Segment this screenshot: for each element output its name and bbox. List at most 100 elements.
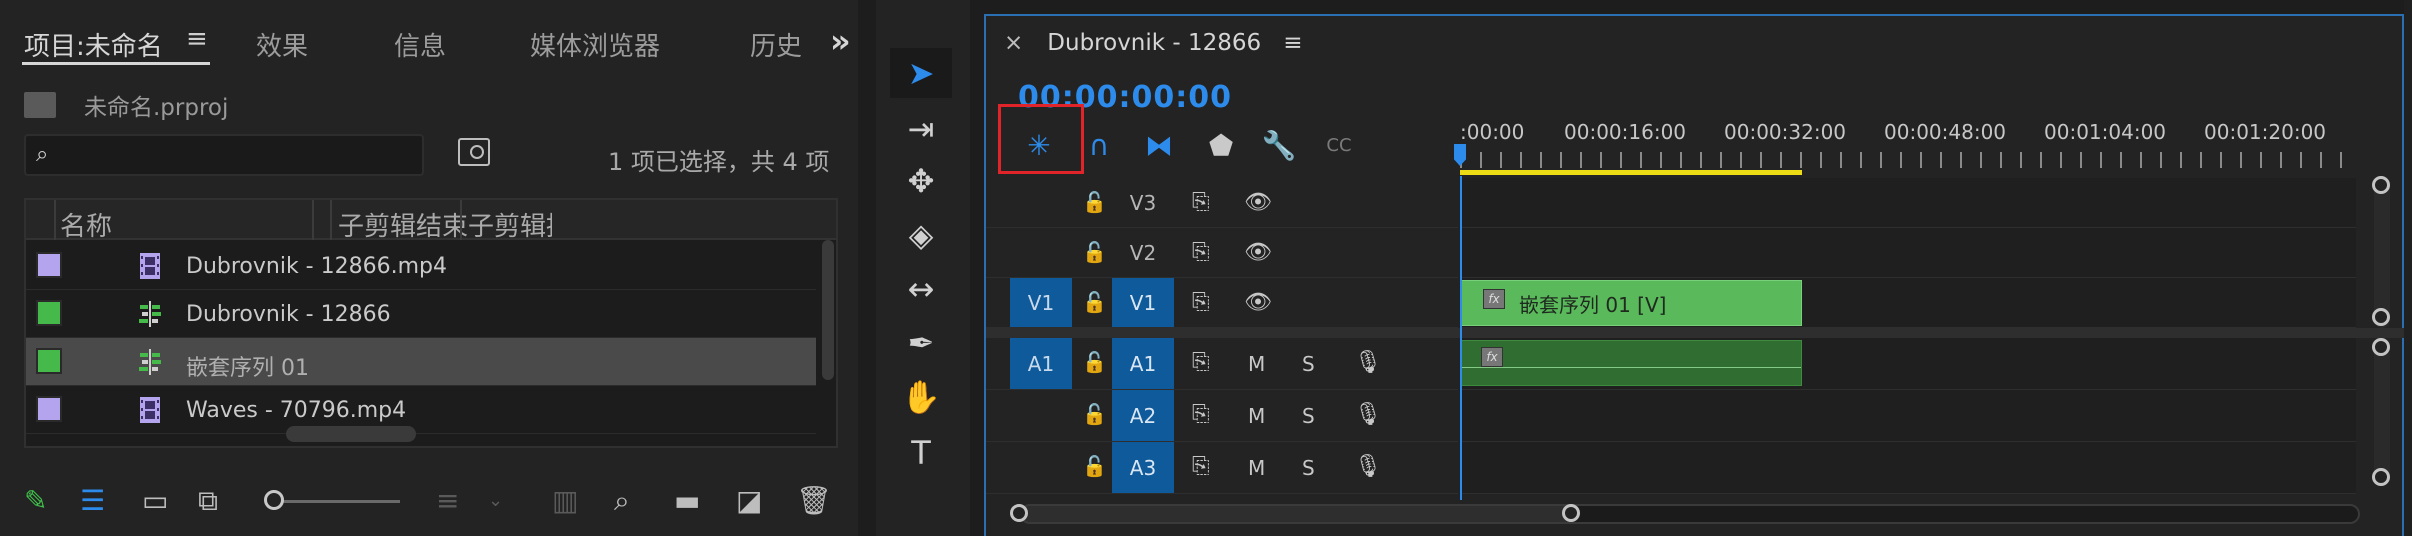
scroll-knob[interactable] [1010, 504, 1028, 522]
solo-button[interactable]: S [1302, 352, 1315, 376]
lock-icon[interactable]: 🔓 [1082, 402, 1107, 426]
label-color-chip[interactable] [36, 300, 62, 326]
icon-view-icon[interactable]: ▭ [142, 484, 168, 517]
video-audio-divider[interactable] [986, 328, 2406, 338]
eye-icon[interactable]: 👁 [1244, 290, 1272, 315]
track-lane[interactable] [1460, 442, 2356, 494]
clear-icon[interactable]: 🗑 [796, 484, 832, 517]
playhead-line[interactable] [1460, 176, 1462, 500]
timeline-tab[interactable]: × Dubrovnik - 12866 ≡ [1004, 30, 1302, 56]
sort-dropdown-icon[interactable]: ⌄ [488, 490, 503, 511]
insert-nest-icon[interactable]: ✳ [1016, 126, 1062, 166]
eye-icon[interactable]: 👁 [1244, 240, 1272, 265]
sync-lock-icon[interactable]: ⎘ [1192, 350, 1210, 375]
captions-icon[interactable]: CC [1316, 126, 1362, 166]
column-subclip-duration[interactable]: 子剪辑持续 [468, 206, 552, 243]
zoom-scrollbar-thumb[interactable] [1022, 506, 1574, 522]
folder-up-icon[interactable] [24, 92, 56, 118]
zoom-scrollbar[interactable] [1020, 504, 2360, 524]
audio-clip[interactable]: fx [1460, 340, 1802, 386]
horizontal-scrollbar[interactable] [286, 426, 416, 442]
label-color-chip[interactable] [36, 348, 62, 374]
label-color-chip[interactable] [36, 252, 62, 278]
lock-icon[interactable]: 🔓 [1082, 290, 1107, 314]
freeform-view-icon[interactable]: ⧉ [198, 484, 218, 518]
selection-tool-icon[interactable]: ➤ [890, 48, 952, 98]
track-target-a2[interactable]: A2 [1112, 390, 1174, 441]
zoom-slider-track[interactable] [272, 500, 400, 503]
settings-wrench-icon[interactable]: 🔧 [1256, 126, 1302, 166]
scroll-knob[interactable] [2372, 308, 2390, 326]
more-tabs-chevron-icon[interactable]: » [830, 22, 851, 60]
scroll-knob[interactable] [2372, 468, 2390, 486]
track-target-v2[interactable]: V2 [1112, 228, 1174, 277]
track-lane[interactable] [1460, 178, 2356, 228]
mute-button[interactable]: M [1248, 404, 1265, 428]
video-clip[interactable]: fx 嵌套序列 01 [V] [1460, 280, 1802, 326]
microphone-icon[interactable]: 🎙 [1354, 350, 1382, 375]
tab-history[interactable]: 历史 [750, 26, 810, 63]
solo-button[interactable]: S [1302, 456, 1315, 480]
list-item[interactable]: Waves - 70796.mp4 [26, 386, 816, 434]
slip-tool-icon[interactable]: ↔ [890, 264, 952, 314]
list-view-icon[interactable]: ☰ [80, 484, 105, 517]
scroll-knob[interactable] [2372, 338, 2390, 356]
tab-media-browser[interactable]: 媒体浏览器 [530, 26, 660, 63]
add-marker-icon[interactable]: ⬟ [1198, 126, 1244, 166]
list-item[interactable]: Dubrovnik - 12866.mp4 [26, 242, 816, 290]
new-bin-icon[interactable]: ▬ [674, 484, 700, 517]
lock-icon[interactable]: 🔓 [1082, 454, 1107, 478]
find-icon[interactable]: ⌕ [614, 484, 630, 518]
list-item[interactable]: Dubrovnik - 12866 [26, 290, 816, 338]
hand-tool-icon[interactable]: ✋ [890, 372, 952, 422]
time-ruler[interactable]: :00:00 00:00:16:00 00:00:32:00 00:00:48:… [1454, 98, 2360, 178]
track-select-forward-tool-icon[interactable]: ⇥ [890, 104, 952, 154]
zoom-slider-knob[interactable] [264, 490, 284, 510]
track-target-v3[interactable]: V3 [1112, 178, 1174, 227]
sync-lock-icon[interactable]: ⎘ [1192, 190, 1210, 215]
scroll-knob[interactable] [2372, 176, 2390, 194]
tab-effects[interactable]: 效果 [256, 26, 308, 63]
automate-icon[interactable]: ▥ [552, 484, 578, 517]
mute-button[interactable]: M [1248, 456, 1265, 480]
work-area-bar[interactable] [1460, 170, 1802, 175]
lock-icon[interactable]: 🔓 [1082, 190, 1107, 214]
column-name[interactable]: 名称 [60, 206, 112, 243]
source-patch-a1[interactable]: A1 [1010, 338, 1072, 389]
search-box[interactable]: ⌕ [24, 134, 424, 176]
microphone-icon[interactable]: 🎙 [1354, 454, 1382, 479]
sync-lock-icon[interactable]: ⎘ [1192, 240, 1210, 265]
panel-menu-icon[interactable]: ≡ [186, 24, 208, 54]
vertical-scrollbar[interactable] [822, 240, 834, 380]
type-tool-icon[interactable]: T [890, 428, 952, 478]
new-item-icon[interactable]: ◪ [736, 484, 762, 517]
sync-lock-icon[interactable]: ⎘ [1192, 290, 1210, 315]
ripple-edit-tool-icon[interactable]: ✥ [890, 156, 952, 206]
panel-menu-icon[interactable]: ≡ [1283, 30, 1302, 56]
solo-button[interactable]: S [1302, 404, 1315, 428]
find-in-bin-icon[interactable] [458, 138, 490, 166]
track-target-a1[interactable]: A1 [1112, 338, 1174, 389]
lock-icon[interactable]: 🔓 [1082, 350, 1107, 374]
snap-magnet-icon[interactable]: ∩ [1076, 126, 1122, 166]
sort-icon[interactable]: ≡ [436, 484, 459, 517]
pencil-icon[interactable]: ✎ [24, 484, 47, 517]
sync-lock-icon[interactable]: ⎘ [1192, 402, 1210, 427]
search-input[interactable] [66, 140, 416, 170]
source-patch-v1[interactable]: V1 [1010, 278, 1072, 327]
razor-tool-icon[interactable]: ◈ [890, 210, 952, 260]
audio-vertical-scrollbar[interactable] [2374, 338, 2390, 486]
track-lane[interactable] [1460, 228, 2356, 278]
list-item-selected[interactable]: 嵌套序列 01 [26, 338, 816, 386]
video-vertical-scrollbar[interactable] [2374, 178, 2390, 328]
label-color-chip[interactable] [36, 396, 62, 422]
close-icon[interactable]: × [1004, 30, 1023, 56]
linked-selection-icon[interactable]: ⧓ [1136, 126, 1182, 166]
pen-tool-icon[interactable]: ✒ [890, 318, 952, 368]
mute-button[interactable]: M [1248, 352, 1265, 376]
column-subclip-end[interactable]: 子剪辑结束 [338, 206, 468, 243]
lock-icon[interactable]: 🔓 [1082, 240, 1107, 264]
scroll-knob[interactable] [1562, 504, 1580, 522]
sync-lock-icon[interactable]: ⎘ [1192, 454, 1210, 479]
track-lane[interactable] [1460, 390, 2356, 442]
